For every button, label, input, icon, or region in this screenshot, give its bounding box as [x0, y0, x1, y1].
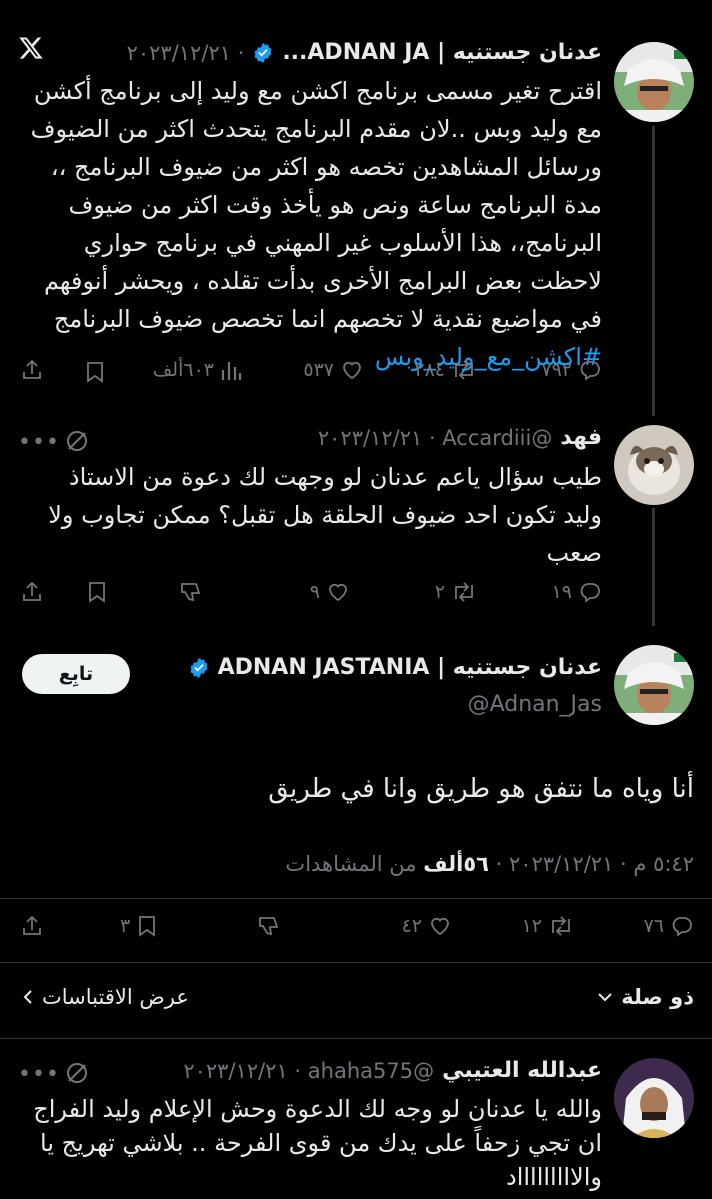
avatar-adnan[interactable] — [614, 42, 694, 122]
avatar-abdullah[interactable] — [614, 1058, 694, 1138]
tweet3-text: والله يا عدنان لو وجه لك الدعوة وحش الإع… — [12, 1092, 602, 1194]
tweet1-author-name[interactable]: عدنان جستنيه | ADNAN JA... — [282, 40, 602, 65]
retweet-icon — [455, 582, 473, 602]
main-timestamp-row: ٥:٤٢ م · ٢٠٢٣/١٢/٢١ · ٥٦ألف من المشاهدات — [285, 852, 694, 876]
tweet1-share-icon[interactable] — [20, 358, 44, 386]
tweet1-line: البرنامج،، هذا الأسلوب غير المهني في برن… — [83, 229, 602, 257]
more-options-icon[interactable]: ••• — [18, 430, 60, 455]
tweet1-header: عدنان جستنيه | ADNAN JA... · ٢٠٢٣/١٢/٢١ — [127, 40, 602, 65]
main-handle[interactable]: @Adnan_Jas — [468, 692, 602, 717]
chevron-left-icon — [23, 990, 32, 1004]
main-bookmark-button[interactable]: ٣ — [120, 914, 158, 938]
tweet3-author-name[interactable]: عبدالله العتيبي — [442, 1058, 602, 1083]
main-timestamp[interactable]: ٥:٤٢ م · ٢٠٢٣/١٢/٢١ · — [489, 852, 694, 876]
tweet1-like-button[interactable]: ٥٣٧ — [303, 358, 364, 382]
chevron-down-icon — [598, 993, 612, 1002]
tweet1-line: اقترح تغير مسمى برنامج اكشن مع وليد إلى … — [33, 77, 602, 105]
tweet3-line: والاااااااااد — [506, 1163, 602, 1191]
main-like-button[interactable]: ٤٢ — [402, 914, 452, 938]
tweet1-line: مدة البرنامج ساعة ونص هو يأخذ وقت اكثر م… — [68, 191, 602, 219]
reply-icon — [580, 583, 600, 603]
relevance-sort-label: ذو صلة — [621, 985, 694, 1009]
tweet2-retweet-count: ٢ — [434, 581, 445, 603]
view-quotes-link[interactable]: عرض الاقتباسات — [22, 985, 189, 1009]
grok-icon[interactable] — [64, 428, 90, 458]
tweet1-like-count: ٥٣٧ — [303, 359, 334, 381]
tweet1-reply-count: ٧٩٢ — [541, 359, 572, 381]
tweet1-reply-button[interactable]: ٧٩٢ — [541, 358, 602, 382]
main-views-count: ٥٦ألف — [423, 852, 489, 876]
tweet1-retweet-button[interactable]: ٢٨٤ — [414, 358, 477, 382]
tweet1-text: اقترح تغير مسمى برنامج اكشن مع وليد إلى … — [12, 72, 602, 376]
tweet3-header: عبدالله العتيبي @ahaha575 · ٢٠٢٣/١٢/٢١ — [183, 1058, 602, 1083]
divider-middle — [0, 962, 712, 963]
thread-line-2 — [652, 508, 655, 626]
tweet1-retweet-count: ٢٨٤ — [414, 359, 445, 381]
tweet2-text: طيب سؤال ياعم عدنان لو وجهت لك دعوة من ا… — [12, 458, 602, 572]
views-chart-icon — [221, 362, 242, 380]
tweet2-header: فهد @Accardiii · ٢٠٢٣/١٢/٢١ — [318, 425, 602, 450]
tweet2-bookmark-icon[interactable] — [86, 580, 108, 608]
main-dislike-icon[interactable] — [256, 914, 282, 942]
tweet1-line: في مواضيع نقدية لا تخصهم انما تخصص ضيوف … — [53, 305, 602, 333]
tweet2-reply-count: ١٩ — [551, 581, 572, 603]
heart-icon — [329, 583, 347, 602]
tweet1-line: مع وليد وبس ..لان مقدم البرنامج يتحدث اك… — [30, 115, 602, 143]
tweet2-line: وليد تكون احد ضيوف الحلقة هل تقبل؟ ممكن … — [48, 501, 602, 529]
tweet2-retweet-button[interactable]: ٢ — [435, 580, 477, 604]
grok-icon[interactable] — [64, 1060, 90, 1090]
tweet1-views-button[interactable]: ٦٠٣ألف — [153, 358, 242, 382]
main-views-label: من المشاهدات — [285, 852, 424, 876]
tweet1-date[interactable]: · ٢٠٢٣/١٢/٢١ — [127, 41, 245, 65]
main-share-icon[interactable] — [20, 914, 44, 942]
heart-icon — [343, 361, 361, 380]
heart-icon — [431, 917, 449, 936]
main-like-count: ٤٢ — [401, 915, 422, 937]
tweet3-line: والله يا عدنان لو وجه لك الدعوة وحش الإع… — [33, 1095, 602, 1123]
retweet-icon — [552, 916, 570, 936]
main-retweet-button[interactable]: ١٢ — [522, 914, 574, 938]
reply-icon — [580, 361, 600, 381]
tweet2-reply-button[interactable]: ١٩ — [552, 580, 602, 604]
verified-badge-icon — [188, 657, 210, 679]
tweet1-bookmark-icon[interactable] — [84, 360, 106, 388]
main-author-name[interactable]: عدنان جستنيه | ADNAN JASTANIA — [218, 655, 602, 680]
relevance-sort-dropdown[interactable]: ذو صلة — [597, 985, 694, 1009]
thread-line-1 — [652, 126, 655, 416]
divider-top — [0, 898, 712, 899]
more-options-icon[interactable]: ••• — [18, 1062, 60, 1087]
reply-icon — [672, 917, 692, 937]
tweet2-line: طيب سؤال ياعم عدنان لو وجهت لك دعوة من ا… — [68, 463, 602, 491]
tweet2-like-button[interactable]: ٩ — [310, 580, 350, 604]
tweet2-handle-date[interactable]: @Accardiii · ٢٠٢٣/١٢/٢١ — [318, 426, 552, 450]
tweet1-views-count: ٦٠٣ألف — [152, 359, 214, 381]
tweet2-line: صعب — [546, 539, 602, 567]
follow-button[interactable]: تابِع — [22, 654, 130, 694]
tweet3-handle-date[interactable]: @ahaha575 · ٢٠٢٣/١٢/٢١ — [183, 1059, 434, 1083]
bookmark-icon — [139, 916, 156, 937]
avatar-adnan-main[interactable] — [614, 645, 694, 725]
retweet-icon — [455, 360, 473, 380]
tweet1-line: لاحظت بعض البرامج الأخرى بدأت تقلده ، وي… — [43, 267, 602, 295]
tweet2-dislike-icon[interactable] — [178, 580, 204, 608]
tweet2-share-icon[interactable] — [20, 580, 44, 608]
divider-bottom — [0, 1038, 712, 1039]
x-logo-icon — [18, 35, 44, 65]
main-header: عدنان جستنيه | ADNAN JASTANIA — [188, 655, 602, 680]
view-quotes-label: عرض الاقتباسات — [42, 985, 189, 1009]
main-bookmark-count: ٣ — [120, 915, 131, 937]
tweet3-line: ان تجي زحفاً على يدك من قوى الفرحة .. بل… — [40, 1129, 602, 1157]
verified-badge-icon — [252, 42, 274, 64]
main-reply-button[interactable]: ٧٦ — [644, 914, 694, 938]
main-tweet-text: أنا وياه ما نتفق هو طريق وانا في طريق — [268, 774, 694, 804]
main-reply-count: ٧٦ — [643, 915, 664, 937]
tweet2-like-count: ٩ — [309, 581, 320, 603]
avatar-fahad[interactable] — [614, 425, 694, 505]
main-retweet-count: ١٢ — [521, 915, 542, 937]
tweet1-line: ورسائل المشاهدين تخصه هو اكثر من ضيوف ال… — [50, 153, 602, 181]
tweet2-author-name[interactable]: فهد — [560, 425, 602, 450]
